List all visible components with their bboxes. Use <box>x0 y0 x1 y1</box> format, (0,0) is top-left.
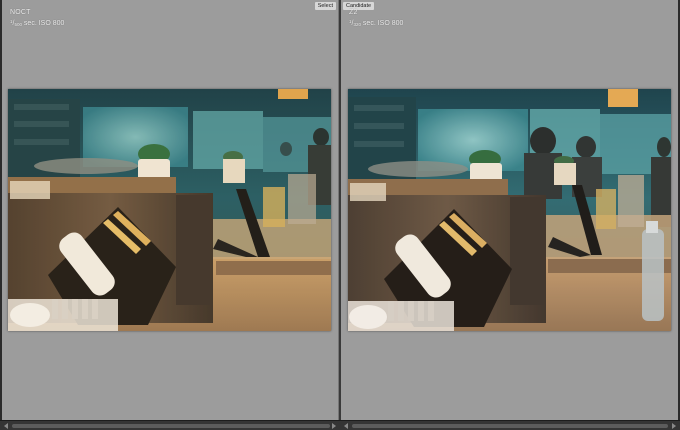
select-tag: Select <box>314 2 336 10</box>
camera-name: NOCT <box>10 9 31 16</box>
scroll-left-arrow-icon[interactable] <box>344 423 348 429</box>
bottom-scrollbar[interactable] <box>0 420 680 430</box>
candidate-metadata: Z2 1/320 sec. ISO 800 <box>349 9 403 29</box>
camera-name: Z2 <box>349 9 358 16</box>
scroll-right-arrow-icon[interactable] <box>672 423 676 429</box>
exposure-rest: sec. ISO 800 <box>360 20 404 27</box>
scroll-right-arrow-icon[interactable] <box>332 423 336 429</box>
scroll-thumb-left[interactable] <box>12 424 330 428</box>
scroll-left-arrow-icon[interactable] <box>4 423 8 429</box>
exposure-denominator: 500 <box>14 22 22 27</box>
exposure-numerator: 1 <box>10 19 13 24</box>
exposure-info: 1/320 sec. ISO 800 <box>349 19 404 27</box>
select-photo[interactable] <box>8 89 331 331</box>
select-photo-image <box>8 89 331 331</box>
compare-view: Select NOCT 1/500 sec. ISO 800 Candidate… <box>0 0 680 430</box>
exposure-numerator: 1 <box>349 19 352 24</box>
exposure-info: 1/500 sec. ISO 800 <box>10 19 65 27</box>
select-pane[interactable]: Select NOCT 1/500 sec. ISO 800 <box>2 0 339 420</box>
exposure-rest: sec. ISO 800 <box>21 20 65 27</box>
candidate-pane[interactable]: Candidate Z2 1/320 sec. ISO 800 <box>341 0 678 420</box>
scroll-thumb-right[interactable] <box>352 424 668 428</box>
exposure-denominator: 320 <box>353 22 361 27</box>
candidate-photo-image <box>348 89 671 331</box>
candidate-photo[interactable] <box>348 89 671 331</box>
select-metadata: NOCT 1/500 sec. ISO 800 <box>10 9 64 29</box>
